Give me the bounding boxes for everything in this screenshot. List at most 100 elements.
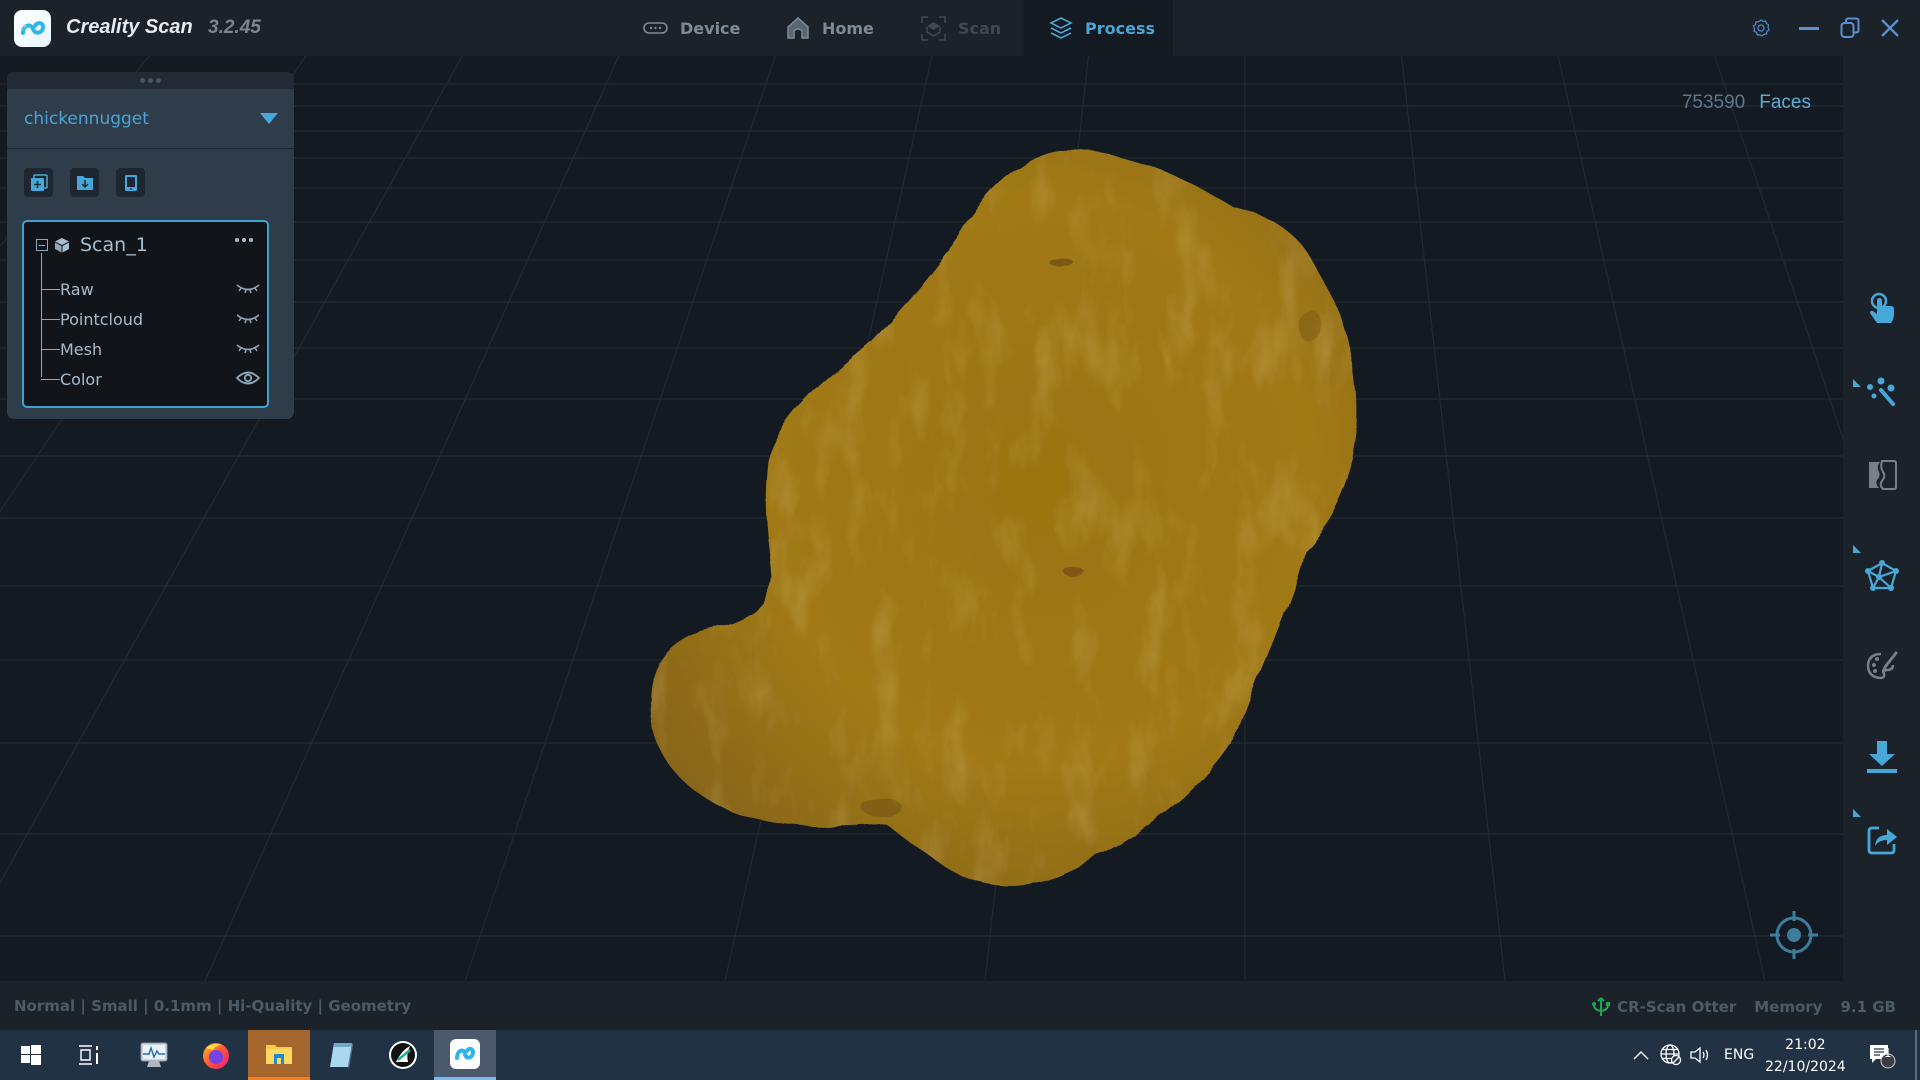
task-view-icon: [79, 1045, 98, 1065]
orca-app-icon: [389, 1041, 417, 1069]
windows-taskbar: ENG 21:02 22/10/2024 1: [0, 1030, 1920, 1080]
crosshair-target-icon: [1770, 911, 1818, 959]
firefox-icon: [203, 1043, 229, 1069]
submenu-indicator: [1853, 379, 1861, 387]
taskbar-clock[interactable]: 21:02 22/10/2024: [1765, 1034, 1846, 1078]
creality-scan-icon: [450, 1038, 480, 1069]
tab-device[interactable]: Device: [643, 0, 740, 56]
notification-icon: [1870, 1045, 1896, 1069]
tree-root-scan[interactable]: Scan_1: [36, 230, 148, 260]
import-button[interactable]: [70, 168, 99, 197]
minimize-button[interactable]: [1795, 14, 1823, 42]
project-name: chickennugget: [24, 108, 149, 129]
speaker-icon: [1690, 1046, 1709, 1064]
tab-device-label: Device: [680, 18, 741, 38]
restore-button[interactable]: [1836, 14, 1864, 42]
tree-item-raw[interactable]: Raw: [41, 277, 261, 301]
chevron-up-icon: [1633, 1051, 1649, 1060]
memory-label: Memory: [1754, 998, 1823, 1016]
app-title: Creality Scan: [66, 16, 193, 38]
collapse-icon[interactable]: [36, 239, 48, 251]
tab-process-label: Process: [1085, 18, 1155, 38]
face-count-readout: 753590 Faces: [1682, 92, 1811, 114]
home-icon: [787, 16, 809, 39]
share-icon: [1867, 826, 1897, 855]
tree-item-label: Raw: [60, 279, 94, 299]
task-view-button[interactable]: [58, 1030, 120, 1080]
add-scan-button[interactable]: [24, 168, 53, 197]
share-tool-button[interactable]: [1859, 817, 1905, 863]
select-tool-button[interactable]: [1859, 286, 1905, 332]
status-bar: Normal | Small | 0.1mm | Hi-Quality | Ge…: [0, 981, 1920, 1030]
eye-closed-icon[interactable]: [235, 278, 261, 298]
show-desktop-button[interactable]: [1915, 1030, 1917, 1080]
tab-scan[interactable]: Scan: [921, 0, 1001, 56]
submenu-indicator: [1853, 809, 1861, 817]
add-scan-icon: [30, 173, 48, 191]
network-globe-icon: [1660, 1044, 1682, 1066]
mesh-tool-button[interactable]: [1859, 553, 1905, 599]
edit-points-tool-button[interactable]: [1859, 369, 1905, 415]
taskbar-app-file-explorer[interactable]: [248, 1030, 310, 1080]
language-indicator[interactable]: ENG: [1724, 1030, 1754, 1080]
memory-value: 9.1 GB: [1840, 998, 1896, 1016]
show-hidden-icons-button[interactable]: [1633, 1030, 1649, 1080]
tree-item-mesh[interactable]: Mesh: [41, 337, 261, 361]
title-bar: Creality Scan 3.2.45 Device Home Scan Pr…: [0, 0, 1920, 56]
project-dropdown[interactable]: chickennugget: [7, 89, 294, 149]
palette-icon: [1866, 651, 1898, 680]
import-folder-icon: [76, 175, 93, 190]
tree-item-color[interactable]: Color: [41, 367, 261, 391]
taskbar-app-orca[interactable]: [372, 1030, 434, 1080]
device-name: CR-Scan Otter: [1617, 998, 1737, 1016]
restore-icon: [1840, 17, 1860, 38]
scan-icon: [921, 15, 946, 41]
taskbar-app-creality-scan[interactable]: [434, 1030, 496, 1080]
align-tool-button[interactable]: [1859, 452, 1905, 498]
tree-item-label: Pointcloud: [60, 309, 144, 329]
app-logo-icon: [14, 10, 51, 47]
taskbar-app-performance-monitor[interactable]: [123, 1030, 185, 1080]
eye-closed-icon[interactable]: [235, 338, 261, 358]
settings-button[interactable]: [1747, 14, 1775, 42]
tab-home[interactable]: Home: [786, 0, 874, 56]
more-options-icon[interactable]: [235, 238, 253, 242]
tab-process[interactable]: Process: [1023, 0, 1173, 56]
notifications-button[interactable]: 1: [1868, 1030, 1896, 1080]
start-button[interactable]: [0, 1030, 62, 1080]
download-icon: [1867, 741, 1897, 773]
notepad-icon: [330, 1043, 353, 1068]
export-tool-button[interactable]: [1859, 734, 1905, 780]
submenu-indicator: [1853, 545, 1861, 553]
device-import-icon: [124, 174, 137, 191]
recenter-view-button[interactable]: [1768, 909, 1820, 961]
panel-drag-handle[interactable]: [7, 72, 294, 89]
eye-open-icon[interactable]: [235, 368, 261, 388]
scan-settings-summary: Normal | Small | 0.1mm | Hi-Quality | Ge…: [14, 997, 412, 1015]
close-icon: [1881, 19, 1899, 37]
device-import-button[interactable]: [116, 168, 145, 197]
app-version: 3.2.45: [208, 17, 261, 38]
volume-button[interactable]: [1690, 1030, 1712, 1080]
eye-closed-icon[interactable]: [235, 308, 261, 328]
windows-start-icon: [21, 1045, 41, 1065]
texture-tool-button[interactable]: [1859, 643, 1905, 689]
performance-monitor-icon: [140, 1042, 168, 1067]
face-count-label: Faces: [1759, 92, 1811, 113]
close-button[interactable]: [1876, 14, 1904, 42]
chevron-down-icon: [260, 113, 278, 124]
face-count: 753590: [1681, 92, 1746, 113]
tree-root-label: Scan_1: [80, 234, 148, 256]
scan-tree: Scan_1 Raw Pointcloud Mesh Color: [22, 220, 269, 408]
align-merge-icon: [1869, 460, 1897, 490]
right-toolbar: [1843, 56, 1920, 981]
taskbar-app-firefox[interactable]: [185, 1030, 247, 1080]
tree-item-pointcloud[interactable]: Pointcloud: [41, 307, 261, 331]
clock-time: 21:02: [1785, 1037, 1826, 1053]
tab-scan-label: Scan: [958, 18, 1002, 38]
language-label: ENG: [1724, 1047, 1755, 1063]
pointer-hand-icon: [1870, 292, 1894, 323]
network-button[interactable]: [1660, 1030, 1682, 1080]
usb-connected-icon: [1592, 997, 1611, 1016]
taskbar-app-notepad[interactable]: [310, 1030, 372, 1080]
